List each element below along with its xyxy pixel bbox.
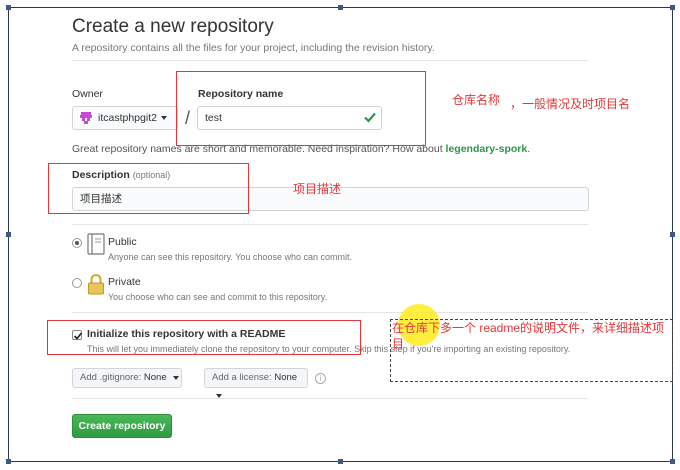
annotation-description: 项目描述 [293, 182, 342, 196]
resize-handle[interactable] [6, 5, 11, 10]
page-subtitle: A repository contains all the files for … [72, 42, 435, 54]
divider [72, 312, 588, 313]
annotation-repo-name-2: ，一般情况及时项目名 [510, 97, 631, 111]
annotation-box-description [48, 163, 249, 214]
divider [72, 60, 588, 61]
owner-label: Owner [72, 88, 103, 100]
public-note: Anyone can see this repository. You choo… [108, 252, 352, 262]
owner-select[interactable]: itcastphpgit2 [72, 106, 178, 130]
chevron-down-icon [160, 116, 167, 120]
gitignore-dropdown[interactable]: Add .gitignore: None [72, 368, 182, 388]
page-title: Create a new repository [72, 16, 274, 37]
private-title: Private [108, 276, 141, 288]
suggestion-link[interactable]: legendary-spork [446, 143, 528, 155]
private-note: You choose who can see and commit to thi… [108, 292, 328, 302]
annotation-box-repo-name [176, 71, 426, 146]
resize-handle[interactable] [338, 459, 343, 464]
owner-value: itcastphpgit2 [98, 112, 157, 124]
resize-handle[interactable] [670, 459, 675, 464]
resize-handle[interactable] [6, 232, 11, 237]
public-radio[interactable] [72, 238, 82, 248]
private-radio[interactable] [72, 278, 82, 288]
license-dropdown[interactable]: Add a license: None [204, 368, 308, 398]
lock-icon [88, 274, 104, 295]
resize-handle[interactable] [6, 459, 11, 464]
divider [72, 224, 588, 225]
info-icon[interactable]: i [315, 373, 326, 384]
owner-avatar-icon [79, 111, 93, 125]
resize-handle[interactable] [670, 5, 675, 10]
resize-handle[interactable] [670, 232, 675, 237]
chevron-down-icon [173, 376, 180, 380]
book-icon [87, 233, 105, 255]
divider [72, 398, 588, 399]
create-repository-button[interactable]: Create repository [72, 414, 172, 438]
public-title: Public [108, 236, 137, 248]
resize-handle[interactable] [338, 5, 343, 10]
annotation-box-readme [47, 320, 361, 355]
annotation-readme: 在仓库下多一个 readme的说明文件，来详细描述项目 [392, 321, 665, 351]
annotation-repo-name-1: 仓库名称 [452, 93, 501, 107]
